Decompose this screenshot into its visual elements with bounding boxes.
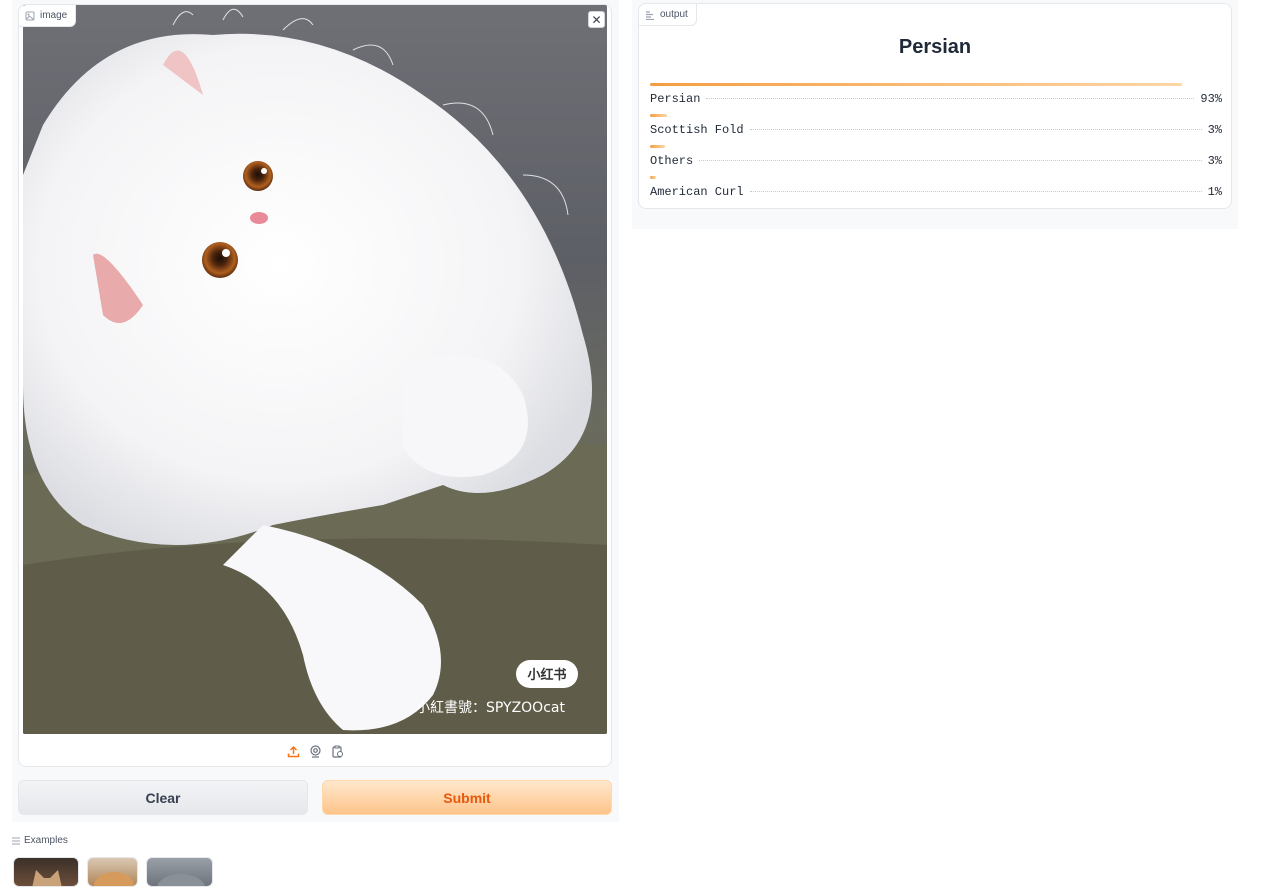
confidence-value: 3% <box>1207 154 1222 168</box>
watermark-text: 小紅書號：SPYZOOcat <box>416 700 565 716</box>
image-input-label: image <box>19 5 77 27</box>
input-panel: image ✕ 小红书 小紅書號：SPYZOOcat Clear Submit <box>12 0 619 822</box>
dotted-leader <box>699 160 1202 161</box>
dotted-leader <box>749 129 1202 130</box>
confidence-value: 1% <box>1207 185 1222 199</box>
watermark-badge-text: 小红书 <box>527 667 566 683</box>
persian-cat-picture: 小红书 小紅書號：SPYZOOcat <box>23 8 607 734</box>
clipboard-icon[interactable] <box>330 744 344 758</box>
label-output-block: output Persian Persian 93% Scottish Fold… <box>638 3 1232 209</box>
example-thumbnail[interactable] <box>146 857 213 887</box>
list-icon <box>12 837 20 844</box>
confidence-bar <box>650 114 668 117</box>
example-thumbnail[interactable] <box>13 857 79 887</box>
output-panel: output Persian Persian 93% Scottish Fold… <box>632 0 1238 229</box>
submit-button[interactable]: Submit <box>322 780 612 815</box>
image-source-toolbar <box>19 739 611 763</box>
uploaded-cat-image: 小红书 小紅書號：SPYZOOcat <box>23 5 607 734</box>
predicted-label: Persian <box>898 36 972 58</box>
confidence-label: Others <box>650 154 694 168</box>
confidence-bar <box>650 83 1182 86</box>
clear-button[interactable]: Clear <box>18 780 308 815</box>
image-icon <box>25 11 35 20</box>
confidence-row[interactable]: Scottish Fold 3% <box>650 114 1222 137</box>
confidence-row[interactable]: Persian 93% <box>650 83 1222 106</box>
confidence-value: 3% <box>1207 123 1222 137</box>
image-input-block: image ✕ 小红书 小紅書號：SPYZOOcat <box>18 4 612 767</box>
examples-label-text: Examples <box>24 835 68 846</box>
image-input-label-text: image <box>40 10 68 21</box>
dotted-leader <box>749 191 1202 192</box>
confidence-bar <box>650 176 656 179</box>
confidence-label: Persian <box>650 92 701 106</box>
output-label-text: output <box>660 9 688 20</box>
remove-image-button[interactable]: ✕ <box>588 11 605 28</box>
dotted-leader <box>706 98 1195 99</box>
upload-icon[interactable] <box>286 744 300 758</box>
bar-chart-icon <box>646 10 654 20</box>
confidence-row[interactable]: American Curl 1% <box>650 176 1222 199</box>
examples-label: Examples <box>12 835 68 846</box>
confidence-label: American Curl <box>650 185 744 199</box>
confidence-row[interactable]: Others 3% <box>650 145 1222 168</box>
confidence-value: 93% <box>1200 92 1222 106</box>
confidence-label: Scottish Fold <box>650 123 744 137</box>
example-thumbnail[interactable] <box>87 857 138 887</box>
confidence-bar <box>650 145 665 148</box>
output-label: output <box>639 4 697 26</box>
webcam-icon[interactable] <box>308 744 322 758</box>
